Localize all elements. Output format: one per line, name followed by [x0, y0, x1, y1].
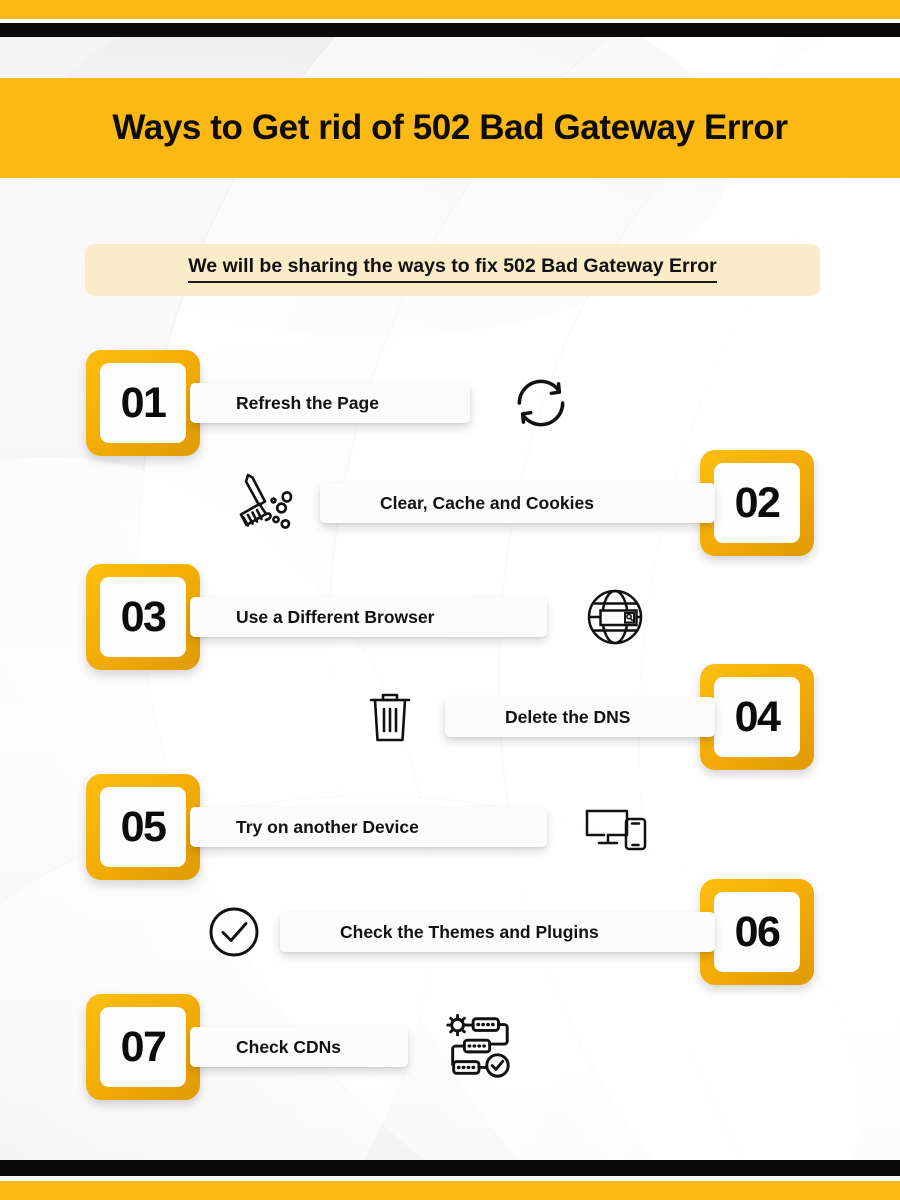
page-title: Ways to Get rid of 502 Bad Gateway Error: [112, 108, 788, 147]
subtitle-text: We will be sharing the ways to fix 502 B…: [188, 257, 717, 283]
step-label-text-05: Try on another Device: [236, 816, 419, 837]
step-label-text-04: Delete the DNS: [505, 706, 631, 727]
step-label-text-06: Check the Themes and Plugins: [340, 921, 599, 942]
step-number-06: 06: [734, 907, 781, 956]
step-number-inner-05: 05: [100, 787, 186, 867]
step-row-06: 06 Check the Themes and Plugins: [0, 879, 900, 989]
check-circle-icon: [196, 894, 272, 970]
step-row-05: 05 Try on another Device: [0, 774, 900, 884]
step-number-inner-01: 01: [100, 363, 186, 443]
step-label-bar-01[interactable]: Refresh the Page: [190, 383, 470, 423]
step-label-bar-06[interactable]: Check the Themes and Plugins: [280, 912, 715, 952]
step-number-07: 07: [120, 1022, 167, 1071]
devices-icon: [578, 790, 654, 866]
top-black-bar: [0, 23, 900, 37]
step-number-05: 05: [120, 802, 167, 851]
step-number-inner-07: 07: [100, 1007, 186, 1087]
step-label-text-07: Check CDNs: [236, 1036, 342, 1057]
step-number-badge-02: 02: [700, 450, 814, 556]
step-row-07: 07 Check CDNs: [0, 994, 900, 1104]
step-label-bar-04[interactable]: Delete the DNS: [445, 697, 715, 737]
step-row-02: 02 Clear, Cache and Cookies: [0, 450, 900, 560]
trash-icon: [352, 679, 428, 755]
step-label-bar-02[interactable]: Clear, Cache and Cookies: [320, 483, 715, 523]
step-number-01: 01: [120, 378, 167, 427]
step-number-03: 03: [120, 592, 167, 641]
subtitle-banner: We will be sharing the ways to fix 502 B…: [85, 244, 820, 296]
globe-search-icon: [577, 579, 653, 655]
title-band: Ways to Get rid of 502 Bad Gateway Error: [0, 78, 900, 178]
step-number-02: 02: [734, 478, 781, 527]
step-number-inner-06: 06: [714, 892, 800, 972]
step-row-03: 03 Use a Different Browser: [0, 564, 900, 674]
bottom-yellow-bar: [0, 1181, 900, 1200]
top-yellow-bar: [0, 0, 900, 19]
step-label-bar-05[interactable]: Try on another Device: [190, 807, 547, 847]
step-number-badge-01: 01: [86, 350, 200, 456]
step-row-04: 04 Delete the DNS: [0, 664, 900, 774]
step-number-04: 04: [734, 692, 781, 741]
step-number-badge-03: 03: [86, 564, 200, 670]
step-number-inner-02: 02: [714, 463, 800, 543]
step-number-badge-07: 07: [86, 994, 200, 1100]
step-label-text-01: Refresh the Page: [236, 392, 379, 413]
step-number-badge-04: 04: [700, 664, 814, 770]
bottom-black-bar: [0, 1160, 900, 1176]
step-label-text-03: Use a Different Browser: [236, 606, 435, 627]
refresh-icon: [503, 365, 579, 441]
step-number-inner-04: 04: [714, 677, 800, 757]
step-number-inner-03: 03: [100, 577, 186, 657]
broom-icon: [228, 464, 304, 540]
step-number-badge-05: 05: [86, 774, 200, 880]
cdn-network-icon: [440, 1009, 516, 1085]
step-label-bar-07[interactable]: Check CDNs: [190, 1027, 408, 1067]
step-label-bar-03[interactable]: Use a Different Browser: [190, 597, 547, 637]
step-row-01: 01 Refresh the Page: [0, 350, 900, 460]
step-number-badge-06: 06: [700, 879, 814, 985]
step-label-text-02: Clear, Cache and Cookies: [380, 492, 594, 513]
